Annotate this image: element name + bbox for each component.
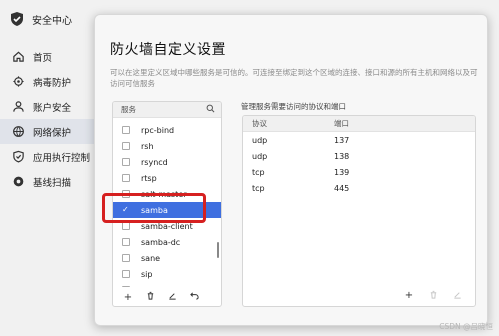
service-row[interactable]: rpc-bind	[113, 122, 221, 138]
port-cell: 138	[334, 151, 350, 161]
search-icon[interactable]	[206, 104, 215, 115]
services-header-label: 服务	[121, 105, 136, 114]
ports-toolbar: +	[403, 290, 463, 302]
sidebar-item-virus[interactable]: 病毒防护	[0, 69, 96, 94]
service-name: sips	[141, 286, 157, 288]
sidebar-item-account[interactable]: 账户安全	[0, 94, 96, 119]
sidebar: 首页 病毒防护 账户安全 网络保护 应用执行控制 基线扫描	[0, 44, 96, 194]
sidebar-item-label: 病毒防护	[33, 77, 72, 89]
checkbox[interactable]	[122, 254, 130, 262]
edit-port-icon[interactable]	[451, 290, 463, 302]
protocol-cell: tcp	[252, 183, 265, 193]
sidebar-item-home[interactable]: 首页	[0, 44, 96, 69]
virus-icon	[13, 76, 24, 87]
services-toolbar: +	[113, 288, 221, 306]
ports-table-header: 协议 端口	[243, 116, 475, 132]
sidebar-item-baseline[interactable]: 基线扫描	[0, 169, 96, 194]
sidebar-item-label: 基线扫描	[33, 177, 72, 189]
sidebar-item-label: 应用执行控制	[33, 152, 91, 164]
service-name: rsyncd	[141, 157, 168, 167]
watermark: CSDN @吕晓恒	[439, 322, 493, 331]
service-name: samba-dc	[141, 237, 181, 247]
service-name: sane	[141, 253, 161, 263]
highlight-box	[102, 193, 206, 223]
services-scrollbar[interactable]	[217, 242, 219, 258]
ports-table: 协议 端口 udp 137 udp 138 tcp 139 tcp 445 +	[242, 115, 476, 307]
protocol-column-header: 协议	[252, 119, 267, 128]
port-column-header: 端口	[334, 119, 349, 128]
checkbox[interactable]	[122, 126, 130, 134]
user-icon	[13, 101, 24, 112]
service-name: rpc-bind	[141, 125, 175, 135]
checkbox[interactable]	[122, 222, 130, 230]
service-name: sip	[141, 269, 153, 279]
scan-icon	[13, 176, 24, 187]
app-title-bar: 安全中心	[9, 9, 72, 29]
service-row[interactable]: sane	[113, 250, 221, 266]
port-cell: 137	[334, 135, 350, 145]
home-icon	[13, 51, 24, 62]
shield-check-icon	[13, 150, 24, 163]
delete-port-icon[interactable]	[427, 290, 439, 302]
checkbox[interactable]	[122, 270, 130, 278]
protocol-cell: tcp	[252, 167, 265, 177]
service-row[interactable]: rsyncd	[113, 154, 221, 170]
service-row[interactable]: rtsp	[113, 170, 221, 186]
protocol-cell: udp	[252, 151, 268, 161]
service-name: rtsp	[141, 173, 157, 183]
ports-rows: udp 137 udp 138 tcp 139 tcp 445	[243, 132, 475, 196]
sidebar-item-network[interactable]: 网络保护	[0, 119, 96, 144]
dialog-title: 防火墙自定义设置	[110, 42, 226, 58]
dialog-description: 可以在这里定义区域中哪些服务是可信的。可连接至绑定到这个区域的连接、接口和源的所…	[110, 68, 478, 88]
table-row[interactable]: udp 138	[243, 148, 475, 164]
add-port-icon[interactable]: +	[403, 290, 415, 302]
port-cell: 139	[334, 167, 350, 177]
edit-icon[interactable]	[166, 291, 178, 303]
app-title: 安全中心	[32, 15, 72, 27]
sidebar-item-label: 首页	[33, 52, 53, 64]
checkbox[interactable]	[122, 286, 130, 287]
checkbox[interactable]	[122, 142, 130, 150]
service-row[interactable]: sips	[113, 282, 221, 287]
checkbox[interactable]	[122, 158, 130, 166]
firewall-custom-dialog: 防火墙自定义设置 可以在这里定义区域中哪些服务是可信的。可连接至绑定到这个区域的…	[94, 14, 488, 326]
checkbox[interactable]	[122, 238, 130, 246]
services-header: 服务	[113, 102, 221, 118]
protocol-cell: udp	[252, 135, 268, 145]
service-name: rsh	[141, 141, 154, 151]
table-row[interactable]: udp 137	[243, 132, 475, 148]
ports-caption: 管理服务需要访问的协议和端口	[241, 102, 346, 111]
table-row[interactable]: tcp 139	[243, 164, 475, 180]
service-row[interactable]: samba-dc	[113, 234, 221, 250]
sidebar-item-label: 网络保护	[33, 127, 72, 139]
network-icon	[13, 126, 24, 137]
sidebar-item-app-control[interactable]: 应用执行控制	[0, 144, 96, 169]
add-icon[interactable]: +	[122, 292, 134, 303]
table-row[interactable]: tcp 445	[243, 180, 475, 196]
service-row[interactable]: rsh	[113, 138, 221, 154]
port-cell: 445	[334, 183, 350, 193]
undo-icon[interactable]	[188, 291, 200, 303]
service-row[interactable]: sip	[113, 266, 221, 282]
sidebar-item-label: 账户安全	[33, 102, 72, 114]
delete-icon[interactable]	[144, 291, 156, 303]
checkbox[interactable]	[122, 174, 130, 182]
app-logo-icon	[9, 11, 25, 27]
